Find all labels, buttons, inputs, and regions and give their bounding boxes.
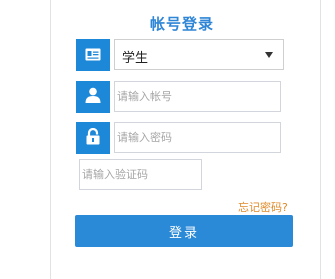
captcha-input[interactable] (79, 159, 202, 190)
role-icon-box (76, 39, 110, 71)
password-input[interactable] (114, 122, 281, 153)
lock-icon (86, 127, 100, 149)
role-select[interactable]: 学生 (114, 39, 284, 70)
password-icon-box (76, 122, 110, 154)
forgot-password-link[interactable]: 忘记密码? (238, 199, 288, 215)
panel-left-border (50, 0, 51, 279)
panel-right-border (320, 0, 321, 279)
user-icon (85, 87, 101, 107)
role-select-value: 学生 (122, 51, 149, 66)
account-input[interactable] (114, 81, 281, 112)
login-button[interactable]: 登录 (75, 215, 293, 247)
chevron-down-icon (265, 52, 273, 58)
account-icon-box (76, 81, 110, 113)
page-title: 帐号登录 (150, 15, 215, 33)
id-card-icon (85, 46, 101, 65)
